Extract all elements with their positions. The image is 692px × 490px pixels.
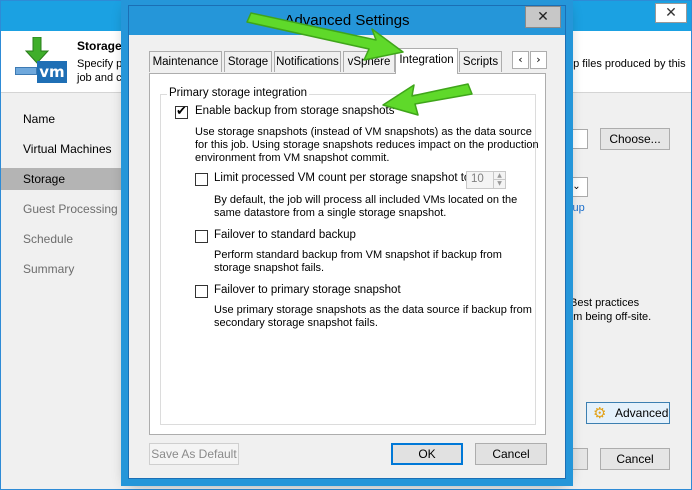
enable-backup-checkbox[interactable]: ✔ [175, 104, 188, 119]
nav-item-summary[interactable]: Summary [1, 258, 131, 280]
enable-backup-description: Use storage snapshots (instead of VM sna… [195, 126, 539, 165]
repository-dropdown[interactable]: ⌄ [566, 177, 588, 197]
description-line: Use primary storage snapshots as the dat… [214, 304, 532, 316]
nav-item-guest-processing[interactable]: Guest Processing [1, 198, 131, 220]
repository-link[interactable]: kup [567, 202, 585, 214]
dialog-close-button[interactable]: ✕ [525, 6, 561, 28]
storage-vm-icon: vm [15, 37, 71, 89]
integration-tab-panel: Primary storage integration ✔ Enable bac… [149, 73, 546, 435]
nav-item-name[interactable]: Name [1, 108, 131, 130]
tab-maintenance[interactable]: Maintenance [149, 51, 222, 72]
advanced-button[interactable]: ⚙ Advanced [586, 402, 670, 424]
description-line: storage snapshot fails. [214, 262, 325, 274]
dialog-title: Advanced Settings [284, 12, 410, 29]
nav-item-storage[interactable]: Storage [1, 168, 131, 190]
checkmark-icon: ✔ [176, 104, 187, 119]
description-line: secondary storage snapshot fails. [214, 317, 378, 329]
description-line: for this job. Using storage snapshots re… [195, 139, 539, 151]
wizard-step-description: Specify pro [77, 58, 133, 70]
wizard-step-description-line2: job and cus [77, 72, 134, 84]
save-as-default-button[interactable]: Save As Default [149, 443, 239, 465]
best-practices-text-line2: em being off-site. [567, 311, 652, 323]
tab-integration[interactable]: Integration [395, 48, 458, 74]
failover-primary-label[interactable]: Failover to primary storage snapshot [214, 284, 401, 296]
tab-scroll-right-button[interactable]: › [530, 51, 547, 69]
description-line: Use storage snapshots (instead of VM sna… [195, 126, 532, 138]
limit-vm-count-description: By default, the job will process all inc… [214, 194, 517, 220]
failover-standard-checkbox[interactable] [195, 230, 208, 243]
repository-path-field[interactable] [566, 129, 588, 149]
chevron-down-icon: ⌄ [572, 181, 581, 192]
wizard-close-button[interactable]: ✕ [655, 3, 687, 23]
nav-item-virtual-machines[interactable]: Virtual Machines [1, 138, 131, 160]
close-icon: ✕ [537, 9, 549, 25]
wizard-finish-button-partial[interactable] [566, 448, 588, 470]
vm-count-value: 10 [471, 173, 484, 185]
gear-icon: ⚙ [593, 404, 607, 422]
advanced-button-label: Advanced [615, 406, 669, 420]
spinner-down-icon[interactable]: ▼ [493, 180, 505, 188]
failover-standard-description: Perform standard backup from VM snapshot… [214, 249, 502, 275]
cancel-button[interactable]: Cancel [475, 443, 547, 465]
failover-primary-description: Use primary storage snapshots as the dat… [214, 304, 532, 330]
description-line: same datastore from a single storage sna… [214, 207, 447, 219]
tab-scroll-left-button[interactable]: ‹ [512, 51, 529, 69]
tab-storage[interactable]: Storage [224, 51, 272, 72]
storage-bar-icon [15, 67, 37, 75]
tab-vsphere[interactable]: vSphere [343, 51, 395, 72]
failover-primary-checkbox[interactable] [195, 285, 208, 298]
advanced-settings-dialog: Advanced Settings ✕ Maintenance Storage … [128, 5, 566, 479]
description-line: By default, the job will process all inc… [214, 194, 518, 206]
wizard-step-description-tail: up files produced by this [567, 58, 686, 70]
enable-backup-label[interactable]: Enable backup from storage snapshots [195, 105, 394, 117]
vm-count-spinner[interactable]: 10 ▲ ▼ [466, 171, 506, 189]
chevron-left-icon: ‹ [518, 53, 523, 66]
nav-item-schedule[interactable]: Schedule [1, 228, 131, 250]
tab-scripts[interactable]: Scripts [459, 51, 502, 72]
tab-notifications[interactable]: Notifications [274, 51, 341, 72]
failover-standard-label[interactable]: Failover to standard backup [214, 229, 356, 241]
wizard-cancel-button[interactable]: Cancel [600, 448, 670, 470]
limit-vm-count-label[interactable]: Limit processed VM count per storage sna… [214, 172, 470, 184]
limit-vm-count-checkbox[interactable] [195, 173, 208, 186]
wizard-step-title: Storage [77, 39, 122, 53]
vm-badge: vm [37, 61, 67, 83]
ok-button[interactable]: OK [391, 443, 463, 465]
choose-button[interactable]: Choose... [600, 128, 670, 150]
description-line: Perform standard backup from VM snapshot… [214, 249, 502, 261]
chevron-right-icon: › [536, 53, 541, 66]
dialog-titlebar: Advanced Settings ✕ [129, 6, 565, 35]
spinner-up-icon[interactable]: ▲ [493, 172, 505, 180]
description-line: environment from VM snapshot commit. [195, 152, 390, 164]
group-label: Primary storage integration [167, 87, 310, 99]
best-practices-text: Best practices [570, 297, 640, 309]
